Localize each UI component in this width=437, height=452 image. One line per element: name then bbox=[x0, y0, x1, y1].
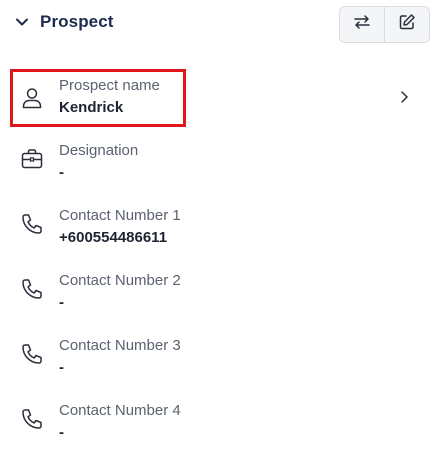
chevron-down-icon bbox=[14, 14, 30, 30]
field-label: Contact Number 1 bbox=[59, 207, 181, 224]
chevron-right-icon[interactable] bbox=[396, 89, 412, 105]
field-row-designation: Designation - bbox=[0, 141, 437, 191]
field-row-contact-number-2: Contact Number 2 - bbox=[0, 271, 437, 321]
field-label: Designation bbox=[59, 142, 139, 159]
section-toolbar bbox=[339, 6, 430, 43]
phone-icon bbox=[20, 407, 44, 431]
swap-arrows-icon bbox=[353, 13, 371, 36]
field-value: - bbox=[59, 359, 64, 376]
briefcase-icon bbox=[20, 147, 44, 171]
phone-icon bbox=[20, 342, 44, 366]
section-collapse-toggle[interactable]: Prospect bbox=[14, 12, 114, 32]
field-row-contact-number-4: Contact Number 4 - bbox=[0, 401, 437, 451]
person-icon bbox=[20, 86, 44, 110]
field-row-contact-number-3: Contact Number 3 - bbox=[0, 336, 437, 386]
section-header: Prospect bbox=[0, 0, 437, 52]
field-value: - bbox=[59, 164, 64, 181]
phone-icon bbox=[20, 277, 44, 301]
swap-button[interactable] bbox=[340, 7, 384, 42]
phone-icon bbox=[20, 212, 44, 236]
field-value: - bbox=[59, 424, 64, 441]
field-value: +600554486611 bbox=[59, 229, 168, 246]
field-label: Contact Number 4 bbox=[59, 402, 181, 419]
prospect-panel: Prospect Prospect name Kendrick Designat… bbox=[0, 0, 437, 452]
edit-pencil-icon bbox=[398, 13, 416, 36]
section-title: Prospect bbox=[40, 12, 114, 31]
field-row-prospect-name[interactable]: Prospect name Kendrick bbox=[0, 76, 437, 126]
field-value: Kendrick bbox=[59, 99, 124, 116]
field-label: Contact Number 2 bbox=[59, 272, 181, 289]
field-label: Prospect name bbox=[59, 77, 160, 94]
field-row-contact-number-1: Contact Number 1 +600554486611 bbox=[0, 206, 437, 256]
field-value: - bbox=[59, 294, 64, 311]
edit-button[interactable] bbox=[384, 7, 429, 42]
field-label: Contact Number 3 bbox=[59, 337, 181, 354]
